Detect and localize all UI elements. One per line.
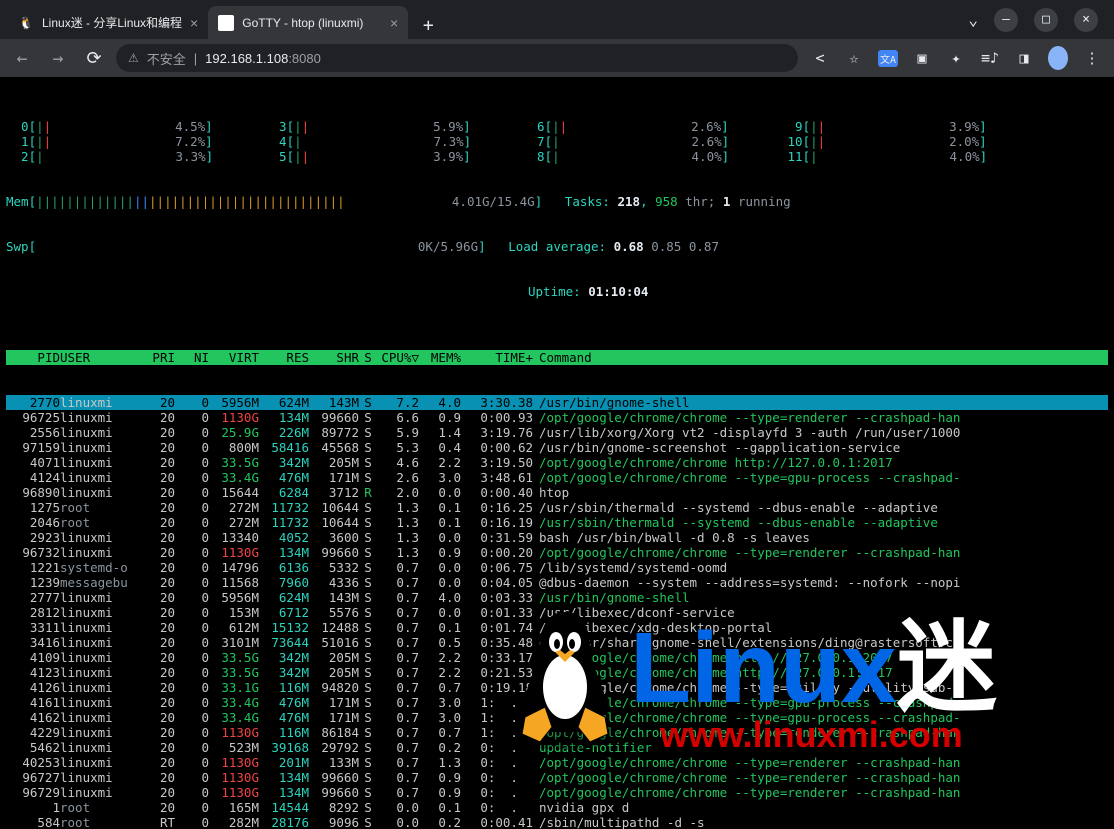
close-icon[interactable]: × <box>390 15 398 31</box>
col-mem: MEM% <box>419 350 461 365</box>
share-icon[interactable]: < <box>810 49 830 67</box>
back-button[interactable]: ← <box>8 44 36 72</box>
panel-icon[interactable]: ◨ <box>1014 49 1034 67</box>
toolbar: ← → ⟳ ⚠ 不安全 | 192.168.1.108:8080 < ☆ 文A … <box>0 39 1114 77</box>
table-row[interactable]: 4123 linuxmi 20033.5G342M205MS0.72.20:21… <box>6 665 1108 680</box>
address-bar[interactable]: ⚠ 不安全 | 192.168.1.108:8080 <box>116 44 798 72</box>
column-header[interactable]: PID USERPRINIVIRTRESSHRSCPU%▽MEM%TIME+Co… <box>6 350 1108 365</box>
col-pri: PRI <box>140 350 175 365</box>
mem-meter: Mem[||||||||||||||||||||||||||||||||||||… <box>6 194 1108 209</box>
swp-meter: Swp[0K/5.96G] Load average: 0.68 0.85 0.… <box>6 239 1108 254</box>
table-row[interactable]: 1239 messagebu2001156879604336S0.70.00:0… <box>6 575 1108 590</box>
favicon-icon: 🐧 <box>18 15 34 31</box>
tab-1[interactable]: GoTTY - htop (linuxmi) × <box>208 6 408 39</box>
warning-icon: ⚠ <box>128 51 139 65</box>
cpu-meter-5: 5[||3.9%] <box>264 149 522 164</box>
insecure-label: 不安全 <box>147 49 186 68</box>
table-row[interactable]: 96732 linuxmi 2001130G134M99660S1.30.90:… <box>6 545 1108 560</box>
table-row[interactable]: 1275 root 200272M1173210644S1.30.10:16.2… <box>6 500 1108 515</box>
cpu-meter-1: 1[||7.2%] <box>6 134 264 149</box>
table-row[interactable]: 3416 linuxmi 2003101M7364451016S0.70.50:… <box>6 635 1108 650</box>
table-row[interactable]: 96729 linuxmi 2001130G134M99660S0.70.90:… <box>6 785 1108 800</box>
cpu-meter-4: 4[|7.3%] <box>264 134 522 149</box>
table-row[interactable]: 4071 linuxmi 20033.5G342M205MS4.62.23:19… <box>6 455 1108 470</box>
window-controls: ⌄ — □ × <box>968 0 1106 39</box>
tab-strip: 🐧 Linux迷 - 分享Linux和编程 × GoTTY - htop (li… <box>8 4 442 39</box>
table-row[interactable]: 2923 linuxmi 2001334040523600S1.30.00:31… <box>6 530 1108 545</box>
uptime: Uptime: 01:10:04 <box>6 284 1108 299</box>
table-row[interactable]: 4126 linuxmi 20033.1G116M94820S0.70.70:1… <box>6 680 1108 695</box>
url-text: 192.168.1.108:8080 <box>205 51 321 66</box>
reload-button[interactable]: ⟳ <box>80 44 108 72</box>
col-virt: VIRT <box>209 350 259 365</box>
cpu-meter-10: 10[||2.0%] <box>780 134 1038 149</box>
col-s: S <box>359 350 377 365</box>
table-row[interactable]: 2770 linuxmi 2005956M624M143MS7.24.03:30… <box>6 395 1108 410</box>
close-window-icon[interactable]: × <box>1074 8 1098 32</box>
process-list[interactable]: 2770 linuxmi 2005956M624M143MS7.24.03:30… <box>6 395 1108 829</box>
maximize-icon[interactable]: □ <box>1034 8 1058 32</box>
table-row[interactable]: 1 root 200165M145448292S0.00.10: . nvidi… <box>6 800 1108 815</box>
table-row[interactable]: 5462 linuxmi 200523M3916829792S0.70.20: … <box>6 740 1108 755</box>
tab-0[interactable]: 🐧 Linux迷 - 分享Linux和编程 × <box>8 6 208 39</box>
col-cmd: Command <box>533 350 1108 365</box>
titlebar: 🐧 Linux迷 - 分享Linux和编程 × GoTTY - htop (li… <box>0 0 1114 39</box>
forward-button: → <box>44 44 72 72</box>
table-row[interactable]: 97159 linuxmi 200800M5841645568S5.30.40:… <box>6 440 1108 455</box>
table-row[interactable]: 4162 linuxmi 20033.4G476M171MS0.73.01: .… <box>6 710 1108 725</box>
translate-icon[interactable]: 文A <box>878 50 898 67</box>
col-time: TIME+ <box>461 350 533 365</box>
table-row[interactable]: 96890 linuxmi 2001564462843712R2.00.00:0… <box>6 485 1108 500</box>
col-res: RES <box>259 350 309 365</box>
table-row[interactable]: 2556 linuxmi 20025.9G226M89772S5.91.43:1… <box>6 425 1108 440</box>
table-row[interactable]: 2812 linuxmi 200153M67125576S0.70.00:01.… <box>6 605 1108 620</box>
col-cpu: CPU%▽ <box>377 350 419 365</box>
table-row[interactable]: 2777 linuxmi 2005956M624M143MS0.74.00:03… <box>6 590 1108 605</box>
col-pid: PID <box>6 350 60 365</box>
cpu-meters: 0[||4.5%] 3[||5.9%] 6[||2.6%] 9[||3.9%] … <box>6 119 1108 164</box>
close-icon[interactable]: × <box>190 15 198 31</box>
table-row[interactable]: 4109 linuxmi 20033.5G342M205MS0.72.20:33… <box>6 650 1108 665</box>
extension-icon[interactable]: ▣ <box>912 49 932 67</box>
cpu-meter-3: 3[||5.9%] <box>264 119 522 134</box>
favicon-icon <box>218 15 234 31</box>
col-ni: NI <box>175 350 209 365</box>
table-row[interactable]: 96725 linuxmi 2001130G134M99660S6.60.90:… <box>6 410 1108 425</box>
terminal[interactable]: 0[||4.5%] 3[||5.9%] 6[||2.6%] 9[||3.9%] … <box>0 77 1114 829</box>
cpu-meter-8: 8[|4.0%] <box>522 149 780 164</box>
cpu-meter-2: 2[|3.3%] <box>6 149 264 164</box>
chevron-down-icon[interactable]: ⌄ <box>968 10 978 29</box>
table-row[interactable]: 40253 linuxmi 2001130G201M133MS0.71.30: … <box>6 755 1108 770</box>
table-row[interactable]: 1221 systemd-o2001479661365332S0.70.00:0… <box>6 560 1108 575</box>
col-shr: SHR <box>309 350 359 365</box>
table-row[interactable]: 3311 linuxmi 200612M1513212488S0.70.10:0… <box>6 620 1108 635</box>
table-row[interactable]: 4229 linuxmi 2001130G116M86184S0.70.71: … <box>6 725 1108 740</box>
avatar[interactable] <box>1048 46 1068 70</box>
playlist-icon[interactable]: ≡♪ <box>980 49 1000 67</box>
minimize-icon[interactable]: — <box>994 8 1018 32</box>
tab-title: Linux迷 - 分享Linux和编程 <box>42 14 182 31</box>
new-tab-button[interactable]: + <box>414 11 442 39</box>
table-row[interactable]: 96727 linuxmi 2001130G134M99660S0.70.90:… <box>6 770 1108 785</box>
cpu-meter-11: 11[|4.0%] <box>780 149 1038 164</box>
table-row[interactable]: 584 root RT0282M281769096S0.00.20:00.41/… <box>6 815 1108 829</box>
tab-title: GoTTY - htop (linuxmi) <box>242 16 363 30</box>
star-icon[interactable]: ☆ <box>844 49 864 67</box>
table-row[interactable]: 2046 root 200272M1173210644S1.30.10:16.1… <box>6 515 1108 530</box>
cpu-meter-0: 0[||4.5%] <box>6 119 264 134</box>
menu-icon[interactable]: ⋮ <box>1082 49 1102 67</box>
cpu-meter-6: 6[||2.6%] <box>522 119 780 134</box>
cpu-meter-7: 7[|2.6%] <box>522 134 780 149</box>
table-row[interactable]: 4124 linuxmi 20033.4G476M171MS2.63.03:48… <box>6 470 1108 485</box>
toolbar-icons: < ☆ 文A ▣ ✦ ≡♪ ◨ ⋮ <box>806 46 1106 70</box>
table-row[interactable]: 4161 linuxmi 20033.4G476M171MS0.73.01: .… <box>6 695 1108 710</box>
col-user: USER <box>60 350 140 365</box>
cpu-meter-9: 9[||3.9%] <box>780 119 1038 134</box>
puzzle-icon[interactable]: ✦ <box>946 49 966 67</box>
browser-window: 🐧 Linux迷 - 分享Linux和编程 × GoTTY - htop (li… <box>0 0 1114 829</box>
